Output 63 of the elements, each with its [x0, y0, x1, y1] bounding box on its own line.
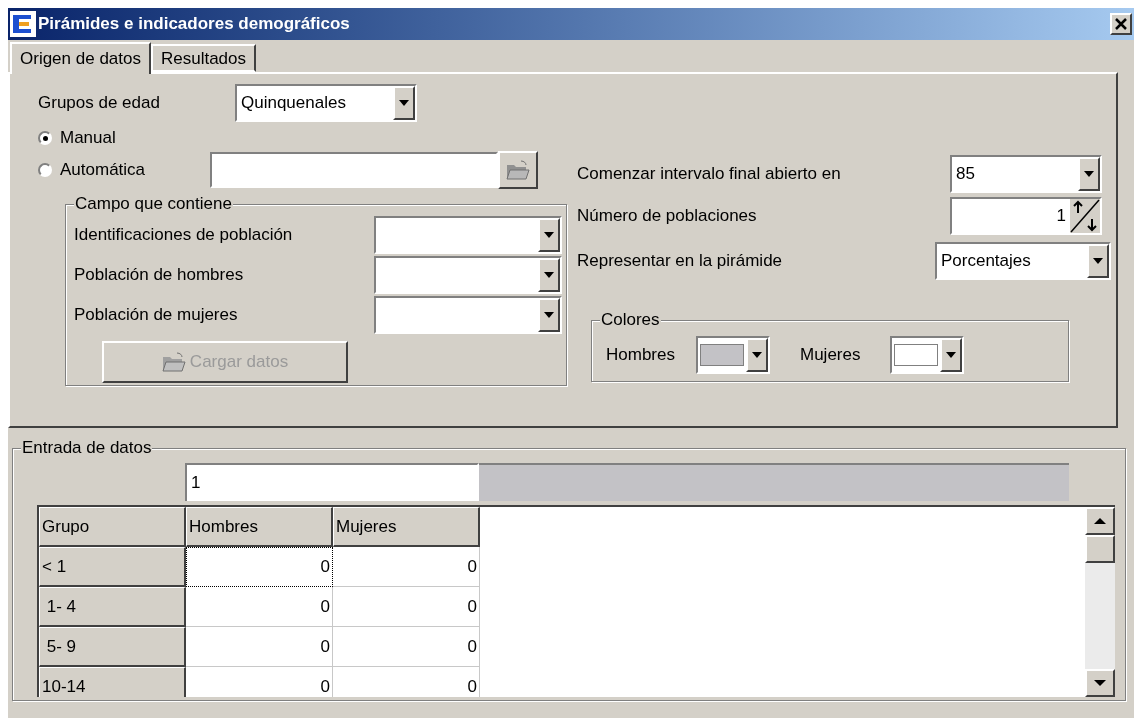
- down-arrow-icon: [1094, 680, 1106, 686]
- scroll-up-button[interactable]: [1085, 507, 1115, 535]
- tab[interactable]: Resultados: [150, 44, 257, 72]
- age-groups-dropdown[interactable]: Quinquenales: [235, 84, 417, 122]
- color-picker[interactable]: [890, 336, 964, 374]
- caret-icon: [544, 232, 554, 238]
- scroll-thumb[interactable]: [1085, 535, 1115, 563]
- color-picker[interactable]: [696, 336, 770, 374]
- row-header[interactable]: 10-14: [39, 667, 186, 697]
- close-icon: [1115, 18, 1127, 30]
- table-cell[interactable]: 0: [186, 547, 333, 587]
- column-header[interactable]: Mujeres: [333, 507, 480, 547]
- scroll-down-button[interactable]: [1085, 669, 1115, 697]
- window-title: Pirámides e indicadores demográficos: [38, 13, 350, 36]
- population-header: 1: [185, 463, 479, 501]
- radio-option[interactable]: Automática: [38, 157, 210, 183]
- caret-icon: [544, 272, 554, 278]
- row-header[interactable]: < 1: [39, 547, 186, 587]
- radio-button[interactable]: [38, 163, 52, 177]
- field-label: Población de mujeres: [74, 304, 239, 327]
- populations-spinner[interactable]: 1: [950, 197, 1102, 235]
- spin-arrows-icon[interactable]: [1070, 199, 1100, 233]
- folder-icon: [506, 160, 530, 180]
- open-interval-dropdown[interactable]: 85: [950, 155, 1102, 193]
- caret-icon: [399, 100, 409, 106]
- caret-icon: [544, 312, 554, 318]
- table-cell[interactable]: 0: [333, 627, 480, 667]
- table-cell[interactable]: 0: [333, 547, 480, 587]
- color-label: Mujeres: [799, 344, 862, 367]
- column-header[interactable]: Grupo: [39, 507, 186, 547]
- tab[interactable]: Origen de datos: [10, 42, 151, 74]
- field-dropdown[interactable]: [374, 296, 562, 334]
- table-cell[interactable]: 0: [186, 587, 333, 627]
- app-icon: [10, 11, 36, 37]
- field-label: Grupos de edad: [38, 92, 161, 115]
- field-label: Identificaciones de población: [74, 224, 294, 247]
- caret-icon: [1084, 171, 1094, 177]
- table-cell[interactable]: 0: [186, 667, 333, 697]
- color-label: Hombres: [606, 344, 676, 367]
- file-path-field[interactable]: [210, 152, 498, 188]
- field-label: Número de poblaciones: [577, 205, 758, 228]
- field-label: Comenzar intervalo final abierto en: [577, 163, 842, 186]
- field-label: Población de hombres: [74, 264, 245, 287]
- row-header[interactable]: 5- 9: [39, 627, 186, 667]
- table-cell[interactable]: 0: [333, 667, 480, 697]
- caret-icon: [752, 352, 762, 358]
- field-label: Representar en la pirámide: [577, 250, 784, 273]
- column-header[interactable]: Hombres: [186, 507, 333, 547]
- radio-button[interactable]: [38, 131, 52, 145]
- caret-icon: [946, 352, 956, 358]
- browse-button[interactable]: [498, 151, 538, 189]
- scrollbar[interactable]: [1085, 507, 1115, 697]
- caret-icon: [1093, 258, 1103, 264]
- folder-icon: [161, 352, 186, 372]
- up-arrow-icon: [1094, 518, 1106, 524]
- radio-option[interactable]: Manual: [38, 125, 210, 151]
- row-header[interactable]: 1- 4: [39, 587, 186, 627]
- field-dropdown[interactable]: [374, 256, 562, 294]
- field-dropdown[interactable]: [374, 216, 562, 254]
- close-button[interactable]: [1110, 13, 1132, 35]
- table-cell[interactable]: 0: [333, 587, 480, 627]
- table-cell[interactable]: 0: [186, 627, 333, 667]
- represent-dropdown[interactable]: Porcentajes: [935, 242, 1111, 280]
